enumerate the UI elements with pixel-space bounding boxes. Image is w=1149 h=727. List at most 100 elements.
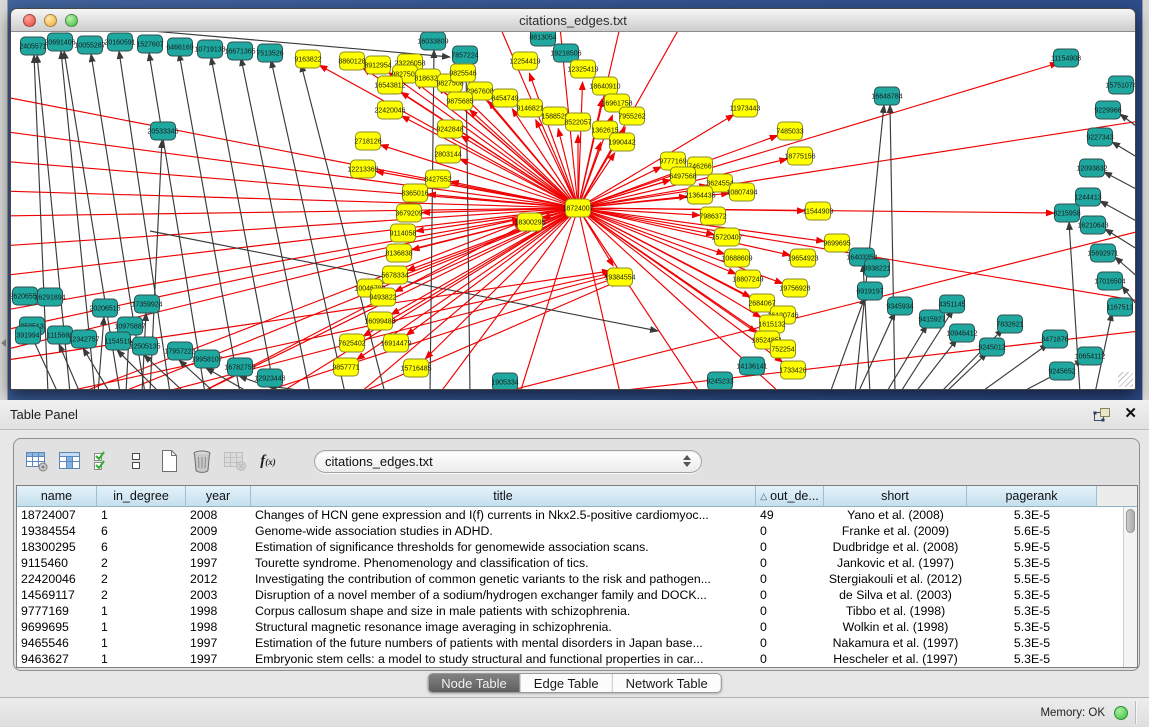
network-node[interactable]: 9938221	[863, 259, 890, 277]
table-cell[interactable]: 6	[97, 524, 186, 538]
table-cell[interactable]: 2008	[186, 540, 251, 554]
table-cell[interactable]: Yano et al. (2008)	[824, 508, 967, 522]
table-cell[interactable]: Hescheler et al. (1997)	[824, 652, 967, 666]
zoom-window-button[interactable]	[65, 14, 78, 27]
network-nodes[interactable]: 2405571206914061005528720160591152760764…	[11, 32, 1135, 389]
network-node[interactable]: 19384554	[604, 268, 635, 286]
delete-rows-button[interactable]	[189, 448, 215, 474]
table-cell[interactable]: 0	[756, 588, 824, 602]
network-node[interactable]: 6919197	[856, 282, 883, 300]
table-cell[interactable]: 0	[756, 556, 824, 570]
network-node[interactable]: 10719138	[194, 40, 225, 58]
network-node[interactable]: 7955262	[618, 107, 645, 125]
close-window-button[interactable]	[23, 14, 36, 27]
tab-network-table[interactable]: Network Table	[613, 674, 721, 692]
network-node[interactable]: 1244413	[1074, 188, 1101, 206]
network-node[interactable]: 15751074	[1105, 76, 1135, 94]
table-cell[interactable]: 19384554	[17, 524, 97, 538]
table-cell[interactable]: Estimation of significance thresholds fo…	[251, 540, 756, 554]
table-cell[interactable]: 18724007	[17, 508, 97, 522]
table-cell[interactable]: 5.3E-5	[967, 604, 1097, 618]
network-node[interactable]: 10654112	[1075, 347, 1106, 365]
network-node[interactable]: 7625402	[338, 334, 365, 352]
network-node[interactable]: 10946412	[946, 324, 977, 342]
network-canvas[interactable]: 2405571206914061005528720160591152760764…	[11, 32, 1135, 389]
column-header-year[interactable]: year	[186, 486, 251, 507]
table-cell[interactable]: 49	[756, 508, 824, 522]
network-node[interactable]: 12505135	[129, 337, 160, 355]
show-columns-button[interactable]	[57, 448, 83, 474]
network-node[interactable]: 14136141	[736, 357, 767, 375]
network-node[interactable]: 9229966	[1094, 101, 1121, 119]
table-row[interactable]: 969969511998Structural magnetic resonanc…	[17, 619, 1123, 635]
table-row[interactable]: 911546021997Tourette syndrome. Phenomeno…	[17, 555, 1123, 571]
network-node[interactable]: 12254419	[509, 52, 540, 70]
table-cell[interactable]: 2	[97, 588, 186, 602]
table-row[interactable]: 946554611997Estimation of the future num…	[17, 635, 1123, 651]
table-cell[interactable]: 5.3E-5	[967, 588, 1097, 602]
table-cell[interactable]: 0	[756, 652, 824, 666]
tab-edge-table[interactable]: Edge Table	[521, 674, 613, 692]
table-cell[interactable]: Wolkin et al. (1998)	[824, 620, 967, 634]
network-node[interactable]: 17016504	[1094, 272, 1125, 290]
network-node[interactable]: 9493822	[369, 288, 396, 306]
table-cell[interactable]: 9777169	[17, 604, 97, 618]
network-node[interactable]: 8522057	[564, 113, 591, 131]
network-node[interactable]: 8136838	[385, 244, 412, 262]
table-cell[interactable]: 2009	[186, 524, 251, 538]
network-node[interactable]: 6466169	[166, 38, 193, 56]
network-node[interactable]: 8912954	[364, 56, 391, 74]
network-node[interactable]: 6497568	[669, 167, 696, 185]
delete-table-button[interactable]	[222, 448, 248, 474]
table-row[interactable]: 946362711997Embryonic stem cells: a mode…	[17, 651, 1123, 667]
table-cell[interactable]: Changes of HCN gene expression and I(f) …	[251, 508, 756, 522]
network-node[interactable]: 1615132	[758, 315, 785, 333]
network-node[interactable]: 11973443	[730, 99, 761, 117]
network-node[interactable]: 12923448	[254, 369, 285, 387]
window-resize-grip[interactable]	[1118, 372, 1133, 387]
table-row[interactable]: 1872400712008Changes of HCN gene express…	[17, 507, 1123, 523]
network-node[interactable]: 9245652	[1048, 362, 1075, 380]
table-cell[interactable]: Embryonic stem cells: a model to study s…	[251, 652, 756, 666]
table-cell[interactable]: 1	[97, 620, 186, 634]
network-node[interactable]: 18807249	[732, 270, 763, 288]
network-node[interactable]: 9345934	[886, 297, 913, 315]
network-node[interactable]: 1905334	[491, 373, 518, 389]
network-node[interactable]: 8471876	[1041, 330, 1068, 348]
row-height-button[interactable]	[123, 448, 149, 474]
network-node[interactable]: 1154519	[105, 332, 132, 350]
network-node[interactable]: 9699695	[823, 234, 850, 252]
table-row[interactable]: 1456911722003Disruption of a novel membe…	[17, 587, 1123, 603]
table-cell[interactable]: 14569117	[17, 588, 97, 602]
table-cell[interactable]: Investigating the contribution of common…	[251, 572, 756, 586]
table-cell[interactable]: 1998	[186, 620, 251, 634]
table-row[interactable]: 1938455462009Genome-wide association stu…	[17, 523, 1123, 539]
network-node[interactable]: 18724007	[562, 199, 593, 217]
network-node[interactable]: 3679209	[395, 204, 422, 222]
network-node[interactable]: 16782759	[224, 358, 255, 376]
network-node[interactable]: 9857771	[332, 358, 359, 376]
table-cell[interactable]: Estimation of the future numbers of pati…	[251, 636, 756, 650]
table-cell[interactable]: 5.9E-5	[967, 540, 1097, 554]
table-cell[interactable]: 0	[756, 620, 824, 634]
table-cell[interactable]: 9465546	[17, 636, 97, 650]
column-header-title[interactable]: title	[251, 486, 756, 507]
network-node[interactable]: 16099488	[364, 312, 395, 330]
network-node[interactable]: 9114058	[390, 224, 417, 242]
network-node[interactable]: 7513526	[256, 44, 283, 62]
network-node[interactable]: 16671365	[224, 42, 255, 60]
table-cell[interactable]: 2003	[186, 588, 251, 602]
table-cell[interactable]: 9699695	[17, 620, 97, 634]
table-cell[interactable]: Tourette syndrome. Phenomenology and cla…	[251, 556, 756, 570]
table-cell[interactable]: 0	[756, 636, 824, 650]
network-node[interactable]: 1167513	[1107, 298, 1134, 316]
network-node[interactable]: 17359924	[131, 295, 162, 313]
table-cell[interactable]: Jankovic et al. (1997)	[824, 556, 967, 570]
table-cell[interactable]: Corpus callosum shape and size in male p…	[251, 604, 756, 618]
table-cell[interactable]: Genome-wide association studies in ADHD.	[251, 524, 756, 538]
network-node[interactable]: 16543812	[374, 76, 405, 94]
collapsed-control-panel-strip[interactable]	[0, 0, 8, 400]
table-cell[interactable]: 1997	[186, 652, 251, 666]
table-cell[interactable]: 22420046	[17, 572, 97, 586]
table-cell[interactable]: 9463627	[17, 652, 97, 666]
